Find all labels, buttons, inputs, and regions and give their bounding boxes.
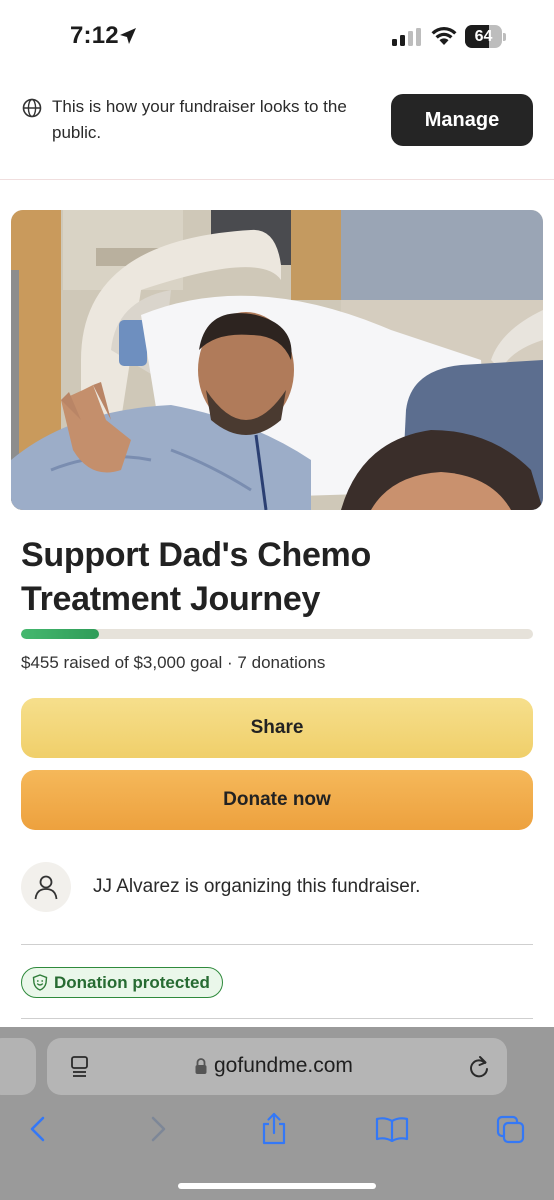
- wifi-icon: [431, 26, 457, 45]
- globe-icon: [22, 98, 42, 118]
- tabs-overview-button[interactable]: [490, 1109, 530, 1149]
- location-arrow-icon: [120, 28, 136, 44]
- divider: [21, 944, 533, 945]
- lock-icon: [195, 1058, 207, 1074]
- status-bar: 7:12 64: [0, 0, 554, 74]
- share-page-button[interactable]: [254, 1109, 294, 1149]
- shield-smile-icon: [32, 974, 48, 991]
- tabs-overview-icon: [496, 1115, 525, 1144]
- preview-notice-text: This is how your fundraiser looks to the…: [52, 97, 347, 142]
- bookmarks-icon: [375, 1117, 409, 1142]
- donate-now-button[interactable]: Donate now: [21, 770, 533, 830]
- organizer-text: JJ Alvarez is organizing this fundraiser…: [93, 876, 421, 897]
- status-time: 7:12: [70, 22, 119, 49]
- avatar: [21, 862, 71, 912]
- home-indicator: [178, 1183, 376, 1189]
- user-icon: [34, 875, 58, 900]
- share-icon: [262, 1112, 286, 1145]
- browser-toolbar: [0, 1109, 554, 1149]
- signal-icon: [392, 28, 421, 46]
- public-preview-banner: This is how your fundraiser looks to the…: [0, 74, 554, 180]
- manage-button[interactable]: Manage: [391, 94, 533, 146]
- forward-icon: [151, 1116, 166, 1142]
- browser-bottom-bar: gofundme.com: [0, 1027, 554, 1200]
- bookmarks-button[interactable]: [372, 1109, 412, 1149]
- address-bar[interactable]: gofundme.com: [47, 1038, 507, 1095]
- organizer-row: JJ Alvarez is organizing this fundraiser…: [21, 862, 533, 914]
- battery-percentage: 64: [474, 28, 493, 45]
- share-button[interactable]: Share: [21, 698, 533, 758]
- back-button[interactable]: [18, 1109, 58, 1149]
- back-icon: [30, 1116, 45, 1142]
- forward-button[interactable]: [138, 1109, 178, 1149]
- divider: [21, 1018, 533, 1019]
- previous-tab-preview[interactable]: [0, 1038, 36, 1095]
- donation-protected-label: Donation protected: [54, 972, 210, 992]
- progress-bar: [21, 629, 533, 639]
- tabs-icon[interactable]: [69, 1054, 93, 1080]
- donation-protected-badge[interactable]: Donation protected: [21, 967, 223, 998]
- raised-summary: $455 raised of $3,000 goal · 7 donations: [21, 653, 326, 672]
- fundraiser-cover-photo: [11, 210, 543, 510]
- progress-bar-fill: [21, 629, 99, 639]
- battery-icon: 64: [465, 25, 507, 49]
- fundraiser-title: Support Dad's Chemo Treatment Journey: [21, 536, 371, 618]
- url-text[interactable]: gofundme.com: [214, 1054, 353, 1078]
- reload-icon[interactable]: [467, 1054, 491, 1080]
